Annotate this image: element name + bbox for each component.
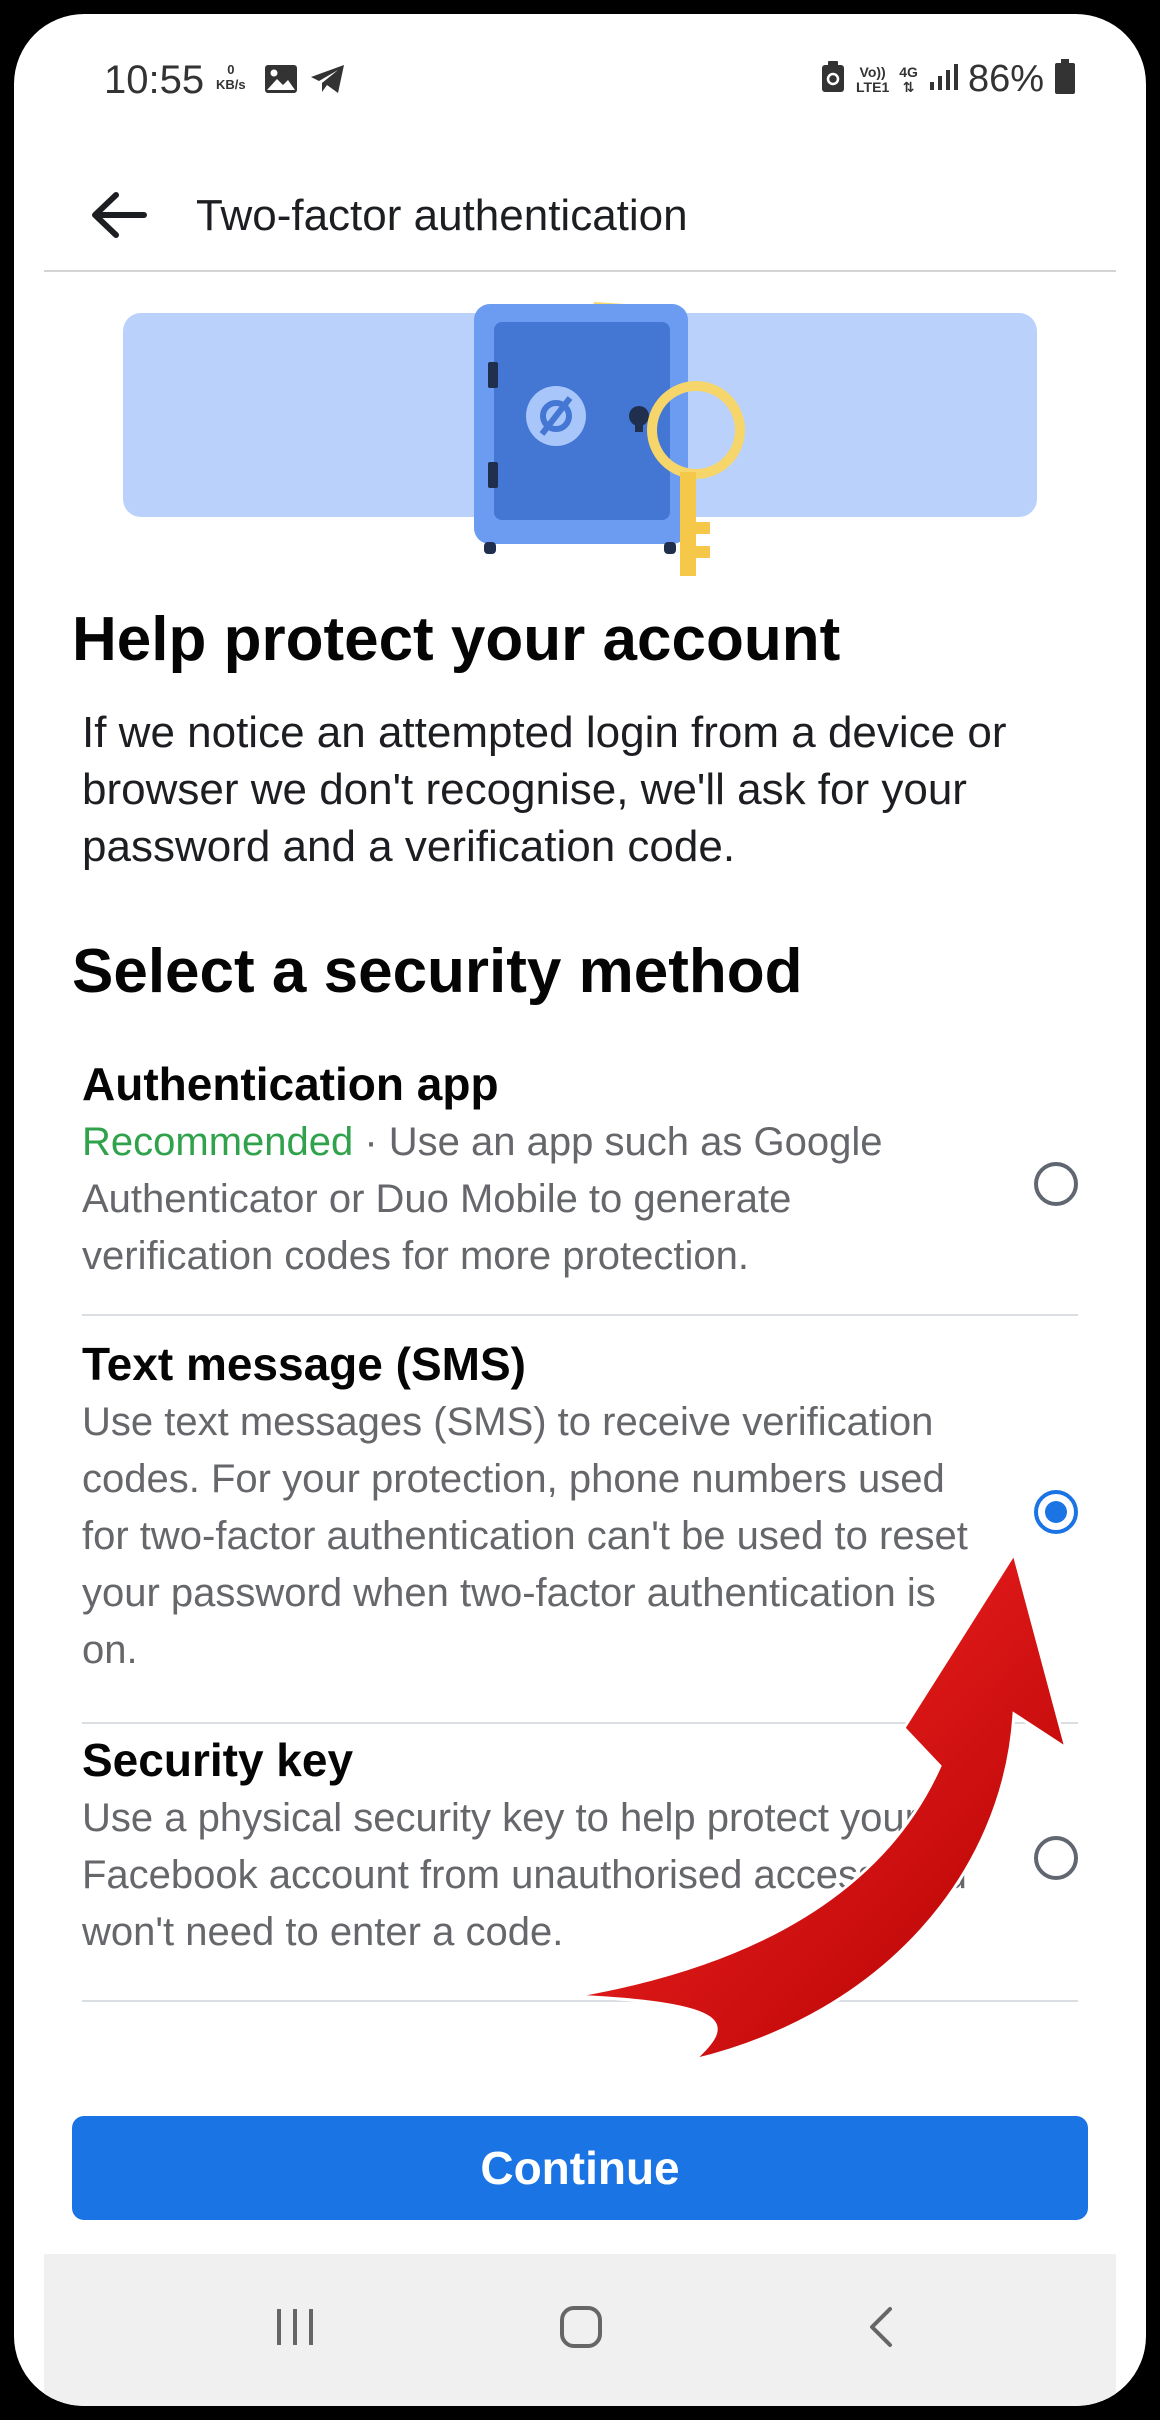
radio-authentication-app[interactable] [1034,1162,1078,1206]
status-time: 10:55 [104,58,205,102]
phone-screen: 10:55 0 KB/s Vo)) LTE1 4G ⇅ 86% Two-fact… [14,14,1146,2406]
option-title: Authentication app [82,1058,499,1110]
arrow-left-icon [90,190,148,245]
option-security-key[interactable]: Security key Use a physical security key… [82,1730,1078,1990]
signal-icon [928,62,958,97]
divider [82,2000,1078,2002]
telegram-icon [310,64,346,99]
option-title: Text message (SMS) [82,1338,526,1390]
volte-bottom: LTE1 [856,78,890,95]
recycle-icon [820,60,846,99]
nav-back-button[interactable] [836,2284,926,2374]
option-title: Security key [82,1734,354,1786]
radio-text-message[interactable] [1034,1490,1078,1534]
option-text-message[interactable]: Text message (SMS) Use text messages (SM… [82,1334,1078,1704]
divider [82,1314,1078,1316]
network-speed: 0 KB/s [216,62,246,92]
option-description: Use text messages (SMS) to receive verif… [82,1400,968,1672]
section-title: Select a security method [72,937,803,1006]
status-bar: 10:55 0 KB/s Vo)) LTE1 4G ⇅ 86% [14,14,1146,164]
radio-security-key[interactable] [1034,1836,1078,1880]
intro-text: If we notice an attempted login from a d… [82,708,1007,871]
app-header: Two-factor authentication [44,164,1116,272]
volte-indicator: Vo)) LTE1 [856,63,890,95]
network-type: 4G ⇅ [899,63,918,95]
recents-icon [273,2307,317,2352]
status-right-group: Vo)) LTE1 4G ⇅ 86% [820,58,1076,101]
home-button[interactable] [536,2284,626,2374]
option-authentication-app[interactable]: Authentication app Recommended · Use an … [82,1054,1078,1294]
back-chevron-icon [866,2305,896,2354]
gallery-icon [264,64,298,99]
safe-with-key-illustration [14,284,1146,584]
network-speed-value: 0 [227,62,235,77]
main-title: Help protect your account [72,605,841,674]
home-icon [558,2304,604,2355]
recents-button[interactable] [250,2284,340,2374]
battery-icon [1054,59,1076,100]
recommended-badge: Recommended [82,1120,354,1164]
option-description: Use a physical security key to help prot… [82,1796,967,1954]
system-nav-bar [44,2254,1116,2406]
volte-top: Vo)) [859,63,886,80]
page-title: Two-factor authentication [196,191,688,240]
network-speed-unit: KB/s [216,77,246,92]
divider [82,1722,1078,1724]
battery-percent: 86% [967,58,1044,100]
network-type-label: 4G [899,63,918,80]
data-arrows-icon: ⇅ [902,78,915,95]
option-description: Recommended · Use an app such as Google … [82,1114,972,1285]
continue-button[interactable]: Continue [72,2116,1088,2220]
back-button[interactable] [84,182,154,252]
